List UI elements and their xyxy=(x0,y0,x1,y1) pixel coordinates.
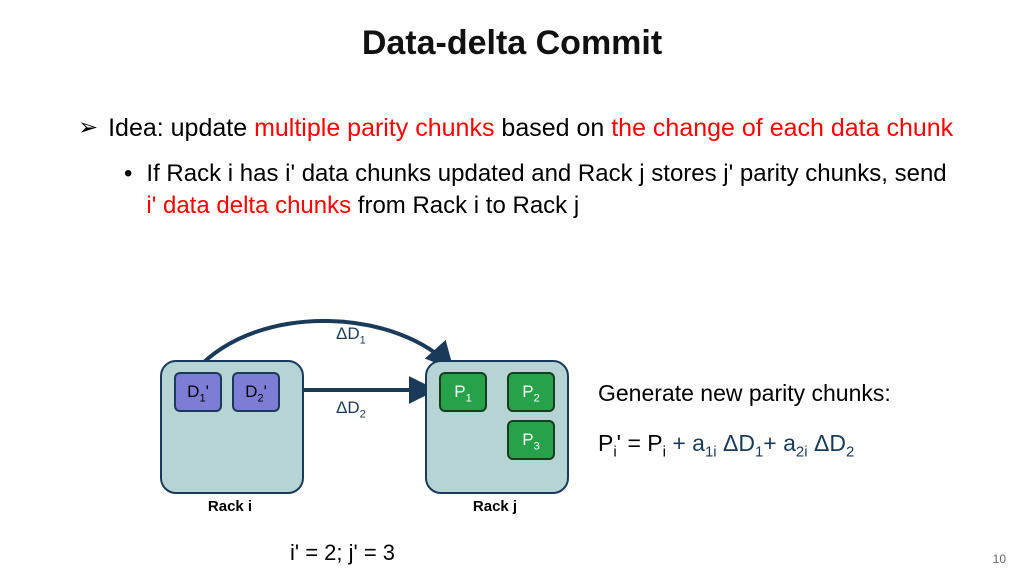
p2-base: P xyxy=(522,382,533,401)
page-number: 10 xyxy=(993,552,1006,566)
sub-marker: • xyxy=(124,158,132,223)
d2-base: D xyxy=(245,382,257,401)
dd2b: ΔD xyxy=(814,430,846,456)
idea-mid: based on xyxy=(494,114,611,142)
idea-bullet: ➢ Idea: update multiple parity chunks ba… xyxy=(78,112,958,146)
d2-prime: ' xyxy=(264,382,267,401)
bullet-marker: ➢ xyxy=(78,112,98,146)
rack-j-box: P1 P2 P3 xyxy=(425,360,569,494)
generate-caption: Generate new parity chunks: xyxy=(598,380,891,407)
d1-base: D xyxy=(187,382,199,401)
chunk-p1: P1 xyxy=(439,372,487,412)
dd2-base: ΔD xyxy=(336,398,360,417)
rack-j-label: Rack j xyxy=(425,498,565,515)
plus2: + xyxy=(763,430,783,456)
dd2-sub: 2 xyxy=(360,408,366,420)
p3-sub: 3 xyxy=(534,440,540,452)
a2-sub: 2i xyxy=(796,444,808,461)
delta-d2-label: ΔD2 xyxy=(336,398,366,420)
idea-red1: multiple parity chunks xyxy=(254,114,494,142)
p3-base: P xyxy=(522,430,533,449)
p2-sub: 2 xyxy=(534,392,540,404)
sub-bullet: • If Rack i has i' data chunks updated a… xyxy=(124,158,958,223)
d1-prime: ' xyxy=(206,382,209,401)
delta-d1-label: ΔD1 xyxy=(336,324,366,346)
chunk-d2: D2' xyxy=(232,372,280,412)
rack-i-label: Rack i xyxy=(160,498,300,515)
p1-base: P xyxy=(454,382,465,401)
eq-plus1: + xyxy=(666,430,692,456)
counts-text: i' = 2; j' = 3 xyxy=(290,540,395,566)
chunk-p2: P2 xyxy=(507,372,555,412)
a1-base: a xyxy=(692,430,705,456)
diagram: D1' D2' P1 P2 P3 ΔD1 ΔD2 Rack i Rack j xyxy=(150,320,590,540)
sub-red: i' data delta chunks xyxy=(146,192,351,219)
equation: Pi' = Pi + a1i ΔD1+ a2i ΔD2 xyxy=(598,430,854,461)
sub-suffix: from Rack i to Rack j xyxy=(351,192,579,219)
a2-base: a xyxy=(783,430,796,456)
rack-i-box: D1' D2' xyxy=(160,360,304,494)
a1-sub: 1i xyxy=(705,444,717,461)
eq-lhs-prime: ' = P xyxy=(617,430,663,456)
chunk-d1: D1' xyxy=(174,372,222,412)
idea-text: Idea: update multiple parity chunks base… xyxy=(108,112,953,146)
bullet-list: ➢ Idea: update multiple parity chunks ba… xyxy=(78,112,958,223)
idea-red2: the change of each data chunk xyxy=(611,114,953,142)
eq-lhs-base: P xyxy=(598,430,613,456)
dd1-sub: 1 xyxy=(360,334,366,346)
dd1-base: ΔD xyxy=(336,324,360,343)
p1-sub: 1 xyxy=(466,392,472,404)
slide-title: Data-delta Commit xyxy=(0,24,1024,63)
dd2s: 2 xyxy=(846,444,854,461)
idea-prefix: Idea: update xyxy=(108,114,254,142)
sub-text: If Rack i has i' data chunks updated and… xyxy=(146,158,958,223)
dd1b: ΔD xyxy=(723,430,755,456)
sub-prefix: If Rack i has i' data chunks updated and… xyxy=(146,160,946,187)
chunk-p3: P3 xyxy=(507,420,555,460)
